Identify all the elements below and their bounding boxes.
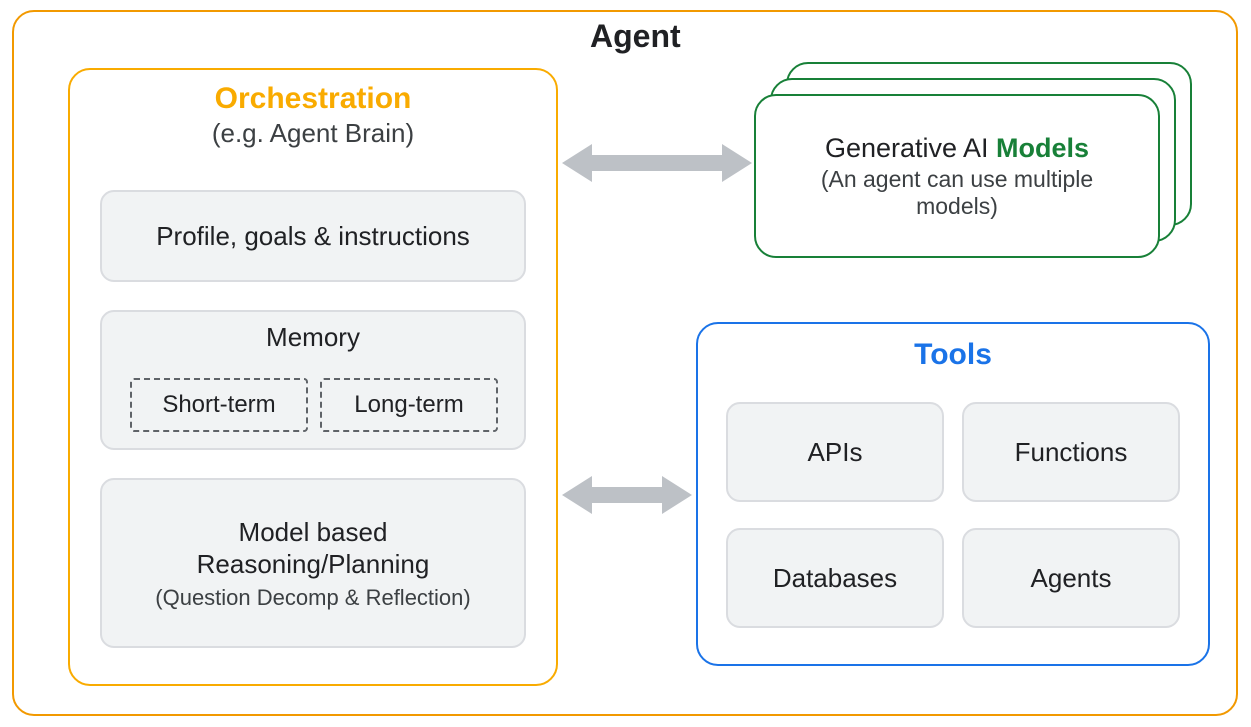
reasoning-line2: Reasoning/Planning <box>197 548 430 581</box>
arrow-orchestration-tools <box>562 470 692 520</box>
models-sub-line2: models) <box>916 193 998 220</box>
tools-item-apis: APIs <box>726 402 944 502</box>
models-sub-line1: (An agent can use multiple <box>821 166 1093 193</box>
models-title-prefix: Generative AI <box>825 133 996 163</box>
tools-item-databases: Databases <box>726 528 944 628</box>
tools-title: Tools <box>696 338 1210 372</box>
arrow-orchestration-models <box>562 138 752 188</box>
orchestration-profile-box: Profile, goals & instructions <box>100 190 526 282</box>
tools-item-functions-label: Functions <box>1015 437 1128 468</box>
reasoning-line1: Model based <box>239 516 388 549</box>
tools-title-text: Tools <box>914 338 992 372</box>
tools-item-agents: Agents <box>962 528 1180 628</box>
orchestration-title: Orchestration (e.g. Agent Brain) <box>68 82 558 149</box>
tools-item-apis-label: APIs <box>808 437 863 468</box>
orchestration-subtitle: (e.g. Agent Brain) <box>212 118 414 149</box>
orchestration-title-text: Orchestration <box>215 82 412 116</box>
models-title-line: Generative AI Models <box>825 133 1089 164</box>
reasoning-sub: (Question Decomp & Reflection) <box>155 585 470 611</box>
orchestration-memory-box: Memory Short-term Long-term <box>100 310 526 450</box>
memory-title: Memory <box>102 322 524 353</box>
tools-item-functions: Functions <box>962 402 1180 502</box>
memory-long-label: Long-term <box>354 391 463 419</box>
models-title-highlight: Models <box>996 133 1089 163</box>
agent-title: Agent <box>590 18 730 55</box>
memory-short-term: Short-term <box>130 378 308 432</box>
tools-item-agents-label: Agents <box>1031 563 1112 594</box>
tools-item-databases-label: Databases <box>773 563 897 594</box>
memory-long-term: Long-term <box>320 378 498 432</box>
orchestration-reasoning-box: Model based Reasoning/Planning (Question… <box>100 478 526 648</box>
orchestration-profile-label: Profile, goals & instructions <box>156 221 470 252</box>
models-card-front: Generative AI Models (An agent can use m… <box>754 94 1160 258</box>
memory-short-label: Short-term <box>162 391 275 419</box>
